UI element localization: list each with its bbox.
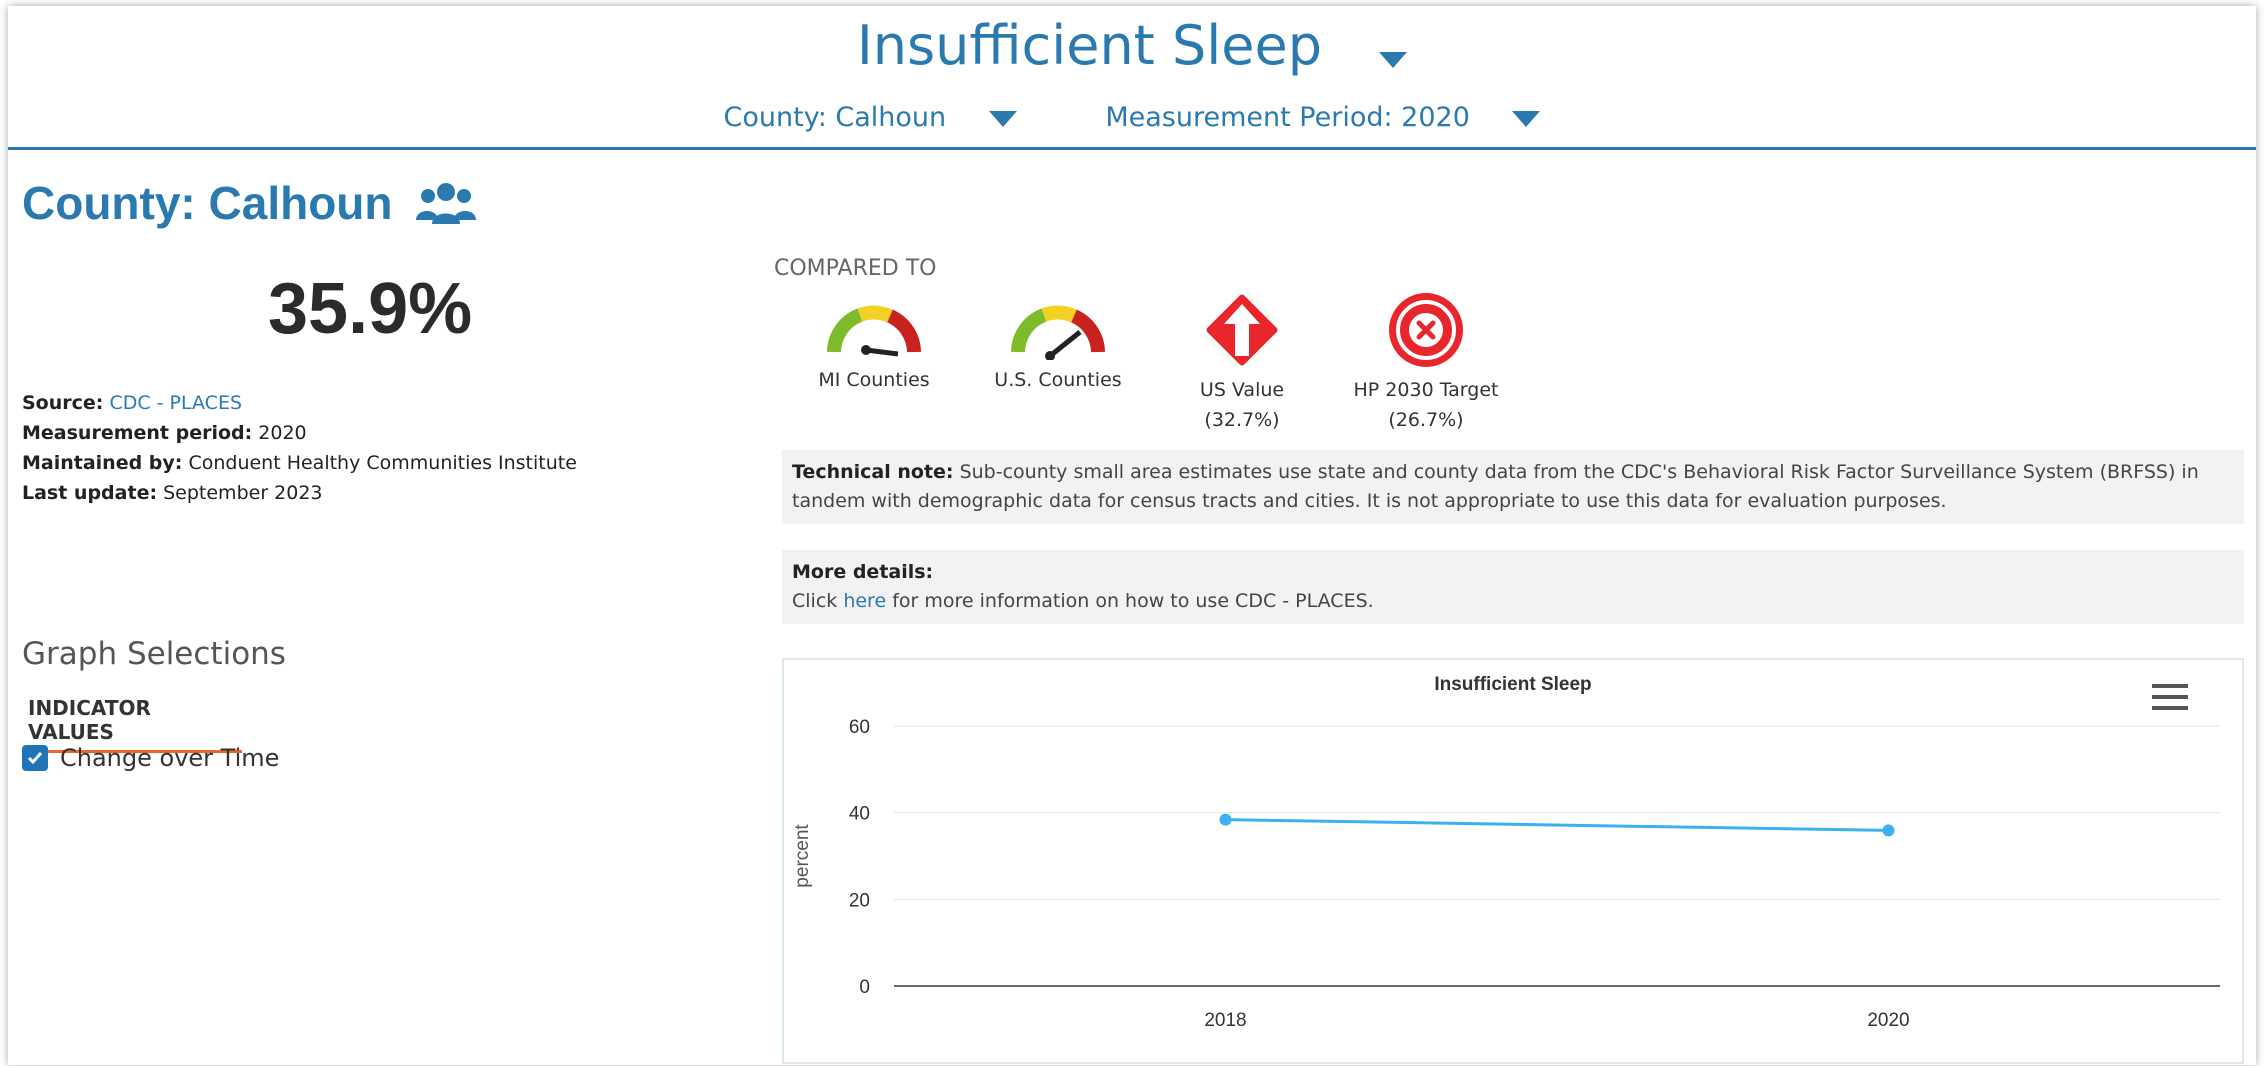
chart-container: Insufficient Sleep 0 20 40 60 percent 2018 2020	[782, 658, 2244, 1064]
period-value: 2020	[258, 422, 307, 444]
comparison-us-value[interactable]: US Value (32.7%)	[1152, 290, 1332, 435]
gauge-icon	[1011, 305, 1105, 361]
compared-heading: COMPARED TO	[774, 256, 937, 281]
period-filter-label: Measurement Period: 2020	[1105, 102, 1470, 133]
comparison-mi-counties[interactable]: MI Counties	[784, 302, 964, 395]
indicator-title-dropdown[interactable]: Insufficient Sleep	[8, 14, 2256, 81]
y-axis-label: percent	[792, 824, 813, 888]
period-row: Measurement period: 2020	[22, 418, 577, 448]
maintained-row: Maintained by: Conduent Healthy Communit…	[22, 448, 577, 478]
comparison-label: MI Counties	[818, 369, 930, 391]
header-divider	[8, 147, 2256, 150]
more-details-pre: Click	[792, 590, 838, 612]
technical-note-label: Technical note:	[792, 461, 954, 483]
page-frame: Insufficient Sleep County: Calhoun Measu…	[8, 6, 2256, 1065]
series-line	[1225, 818, 1889, 832]
checkmark-icon	[27, 752, 43, 765]
y-tick-label: 0	[859, 977, 870, 998]
y-tick-label: 20	[849, 890, 870, 911]
hamburger-menu-icon[interactable]	[2152, 682, 2188, 712]
up-arrow-alert-icon	[1206, 294, 1278, 366]
source-link[interactable]: CDC - PLACES	[109, 392, 242, 414]
indicator-value: 35.9%	[268, 269, 473, 349]
source-row: Source: CDC - PLACES	[22, 388, 577, 418]
comparison-value: (32.7%)	[1204, 409, 1280, 431]
here-link[interactable]: here	[843, 590, 886, 612]
y-tick-label: 60	[849, 717, 870, 738]
comparison-us-counties[interactable]: U.S. Counties	[968, 302, 1148, 395]
comparison-hp2030-target[interactable]: HP 2030 Target (26.7%)	[1336, 290, 1516, 435]
filter-bar: County: Calhoun Measurement Period: 2020	[8, 102, 2256, 134]
x-circle-icon	[1389, 293, 1463, 367]
comparison-value: (26.7%)	[1388, 409, 1464, 431]
period-label: Measurement period:	[22, 422, 253, 444]
comparison-label: HP 2030 Target	[1353, 379, 1499, 401]
chevron-down-icon[interactable]	[1379, 18, 1408, 81]
chevron-down-icon[interactable]	[988, 103, 1017, 134]
more-details-post: for more information on how to use CDC -…	[892, 590, 1374, 612]
graph-selections-heading: Graph Selections	[22, 636, 286, 672]
more-details-label: More details:	[792, 561, 934, 583]
change-over-time-option[interactable]: Change over Time	[22, 744, 279, 772]
location-title: County: Calhoun	[22, 177, 393, 229]
metadata-block: Source: CDC - PLACES Measurement period:…	[22, 388, 577, 508]
gauge-icon	[827, 305, 921, 357]
chevron-down-icon[interactable]	[1512, 103, 1541, 134]
maintained-label: Maintained by:	[22, 452, 183, 474]
technical-note: Technical note: Sub-county small area es…	[782, 450, 2244, 524]
comparison-label: US Value	[1199, 379, 1285, 401]
checkbox-label: Change over Time	[60, 744, 280, 772]
period-filter-dropdown[interactable]: Measurement Period: 2020	[1105, 102, 1541, 134]
x-tick-label: 2018	[1204, 1010, 1246, 1031]
people-group-icon	[416, 183, 476, 224]
source-label: Source:	[22, 392, 104, 414]
more-details: More details: Click here for more inform…	[782, 550, 2244, 624]
y-tick-label: 40	[849, 804, 870, 825]
maintained-value: Conduent Healthy Communities Institute	[188, 452, 577, 474]
update-row: Last update: September 2023	[22, 478, 577, 508]
update-label: Last update:	[22, 482, 158, 504]
update-value: September 2023	[163, 482, 323, 504]
location-filter-label: County: Calhoun	[723, 102, 947, 133]
location-filter-dropdown[interactable]: County: Calhoun	[724, 102, 1017, 134]
data-point	[1219, 813, 1232, 826]
checkbox[interactable]	[22, 745, 48, 771]
page-title: Insufficient Sleep	[856, 14, 1323, 77]
chart-title: Insufficient Sleep	[1434, 674, 1591, 695]
x-tick-label: 2020	[1867, 1010, 1909, 1031]
technical-note-text: Sub-county small area estimates use stat…	[792, 461, 2199, 512]
data-point	[1882, 824, 1895, 837]
comparison-label: U.S. Counties	[994, 369, 1122, 391]
line-chart: Insufficient Sleep 0 20 40 60 percent 2018 2020	[792, 674, 2220, 1031]
